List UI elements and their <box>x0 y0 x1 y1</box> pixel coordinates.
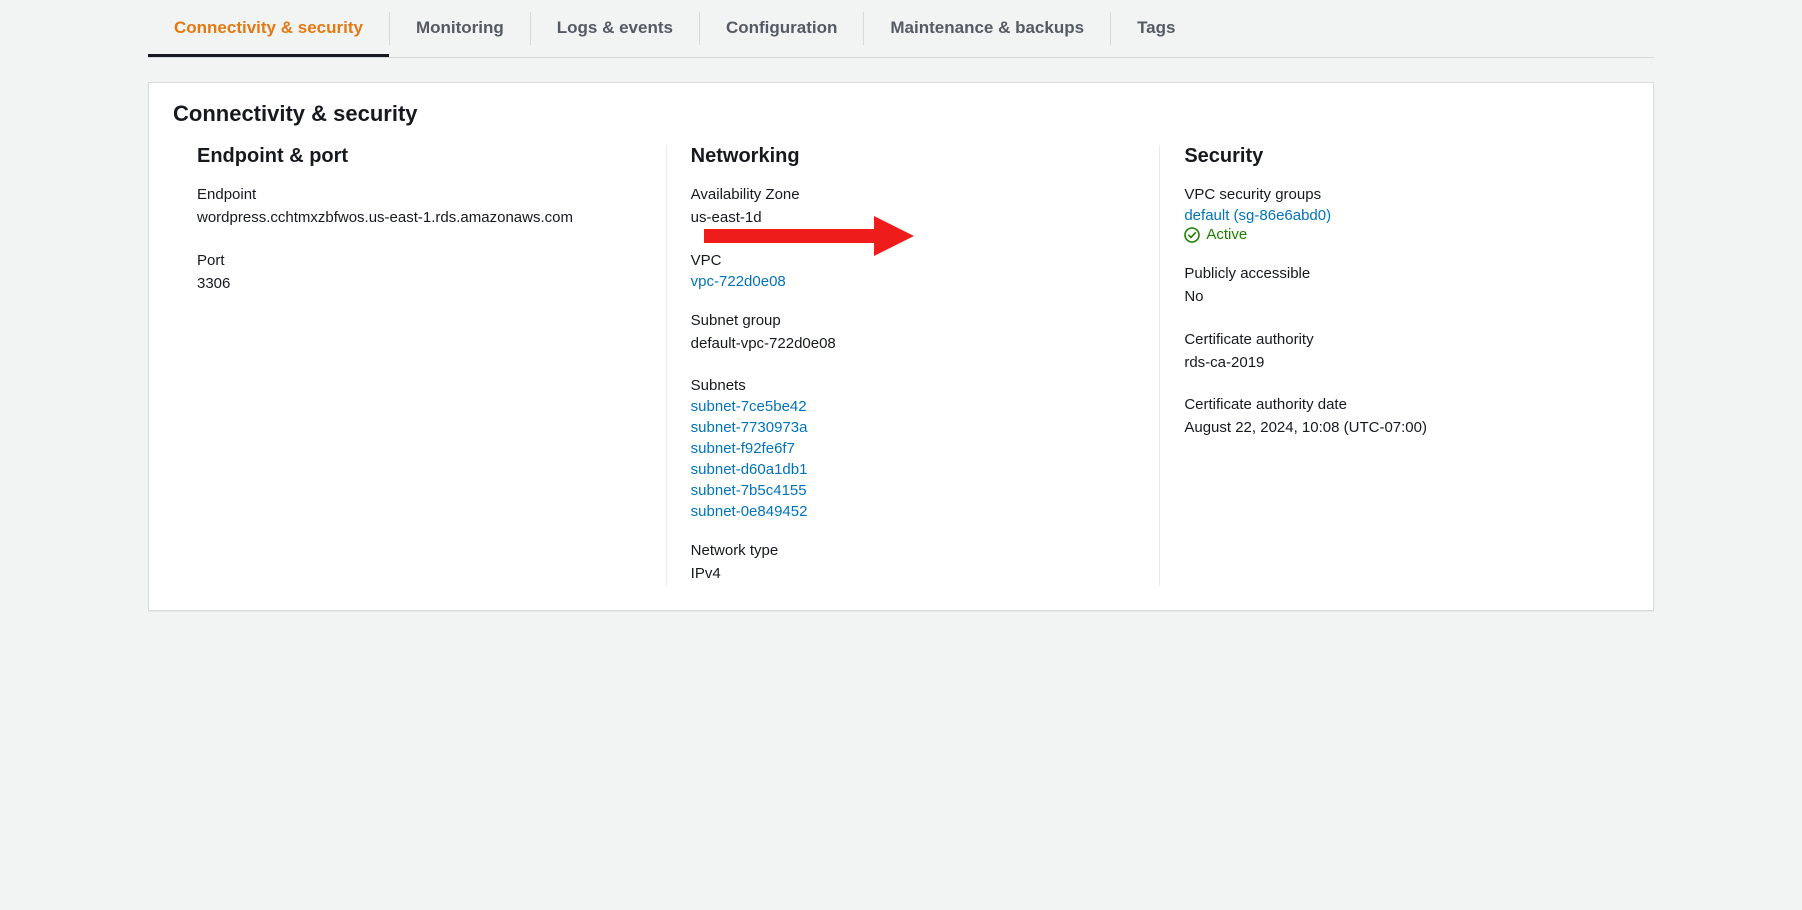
security-heading: Security <box>1184 145 1629 168</box>
connectivity-panel: Connectivity & security Endpoint & port … <box>148 82 1654 611</box>
public-access-value: No <box>1184 286 1629 309</box>
subnet-link[interactable]: subnet-7730973a <box>691 419 1136 436</box>
subnets-label: Subnets <box>691 377 1136 394</box>
endpoint-port-heading: Endpoint & port <box>197 145 642 168</box>
sg-status: Active <box>1206 226 1247 243</box>
panel-title: Connectivity & security <box>173 101 1629 127</box>
ca-label: Certificate authority <box>1184 331 1629 348</box>
tab-logs-events[interactable]: Logs & events <box>531 0 699 57</box>
sg-link[interactable]: default (sg-86e6abd0) <box>1184 207 1331 224</box>
subnet-link[interactable]: subnet-f92fe6f7 <box>691 440 1136 457</box>
subnet-group-label: Subnet group <box>691 312 1136 329</box>
tab-maintenance-backups[interactable]: Maintenance & backups <box>864 0 1110 57</box>
ca-date-label: Certificate authority date <box>1184 396 1629 413</box>
tab-connectivity-security[interactable]: Connectivity & security <box>148 0 389 57</box>
network-type-value: IPv4 <box>691 563 1136 586</box>
tab-bar: Connectivity & security Monitoring Logs … <box>148 0 1654 58</box>
port-label: Port <box>197 252 642 269</box>
security-column: Security VPC security groups default (sg… <box>1159 145 1629 586</box>
subnet-link[interactable]: subnet-7ce5be42 <box>691 398 1136 415</box>
vpc-link[interactable]: vpc-722d0e08 <box>691 273 786 290</box>
subnet-link[interactable]: subnet-7b5c4155 <box>691 482 1136 499</box>
networking-heading: Networking <box>691 145 1136 168</box>
az-label: Availability Zone <box>691 186 1136 203</box>
public-access-label: Publicly accessible <box>1184 265 1629 282</box>
port-value: 3306 <box>197 273 642 296</box>
status-active-icon <box>1184 227 1200 243</box>
tab-monitoring[interactable]: Monitoring <box>390 0 530 57</box>
network-type-label: Network type <box>691 542 1136 559</box>
az-value: us-east-1d <box>691 207 1136 230</box>
vpc-label: VPC <box>691 252 1136 269</box>
subnet-link[interactable]: subnet-0e849452 <box>691 503 1136 520</box>
ca-value: rds-ca-2019 <box>1184 352 1629 375</box>
sg-label: VPC security groups <box>1184 186 1629 203</box>
subnet-link[interactable]: subnet-d60a1db1 <box>691 461 1136 478</box>
tab-tags[interactable]: Tags <box>1111 0 1201 57</box>
endpoint-port-column: Endpoint & port Endpoint wordpress.cchtm… <box>173 145 666 586</box>
networking-column: Networking Availability Zone us-east-1d … <box>666 145 1160 586</box>
endpoint-label: Endpoint <box>197 186 642 203</box>
endpoint-value: wordpress.cchtmxzbfwos.us-east-1.rds.ama… <box>197 207 642 230</box>
subnet-group-value: default-vpc-722d0e08 <box>691 333 1136 356</box>
ca-date-value: August 22, 2024, 10:08 (UTC-07:00) <box>1184 417 1629 440</box>
tab-configuration[interactable]: Configuration <box>700 0 863 57</box>
